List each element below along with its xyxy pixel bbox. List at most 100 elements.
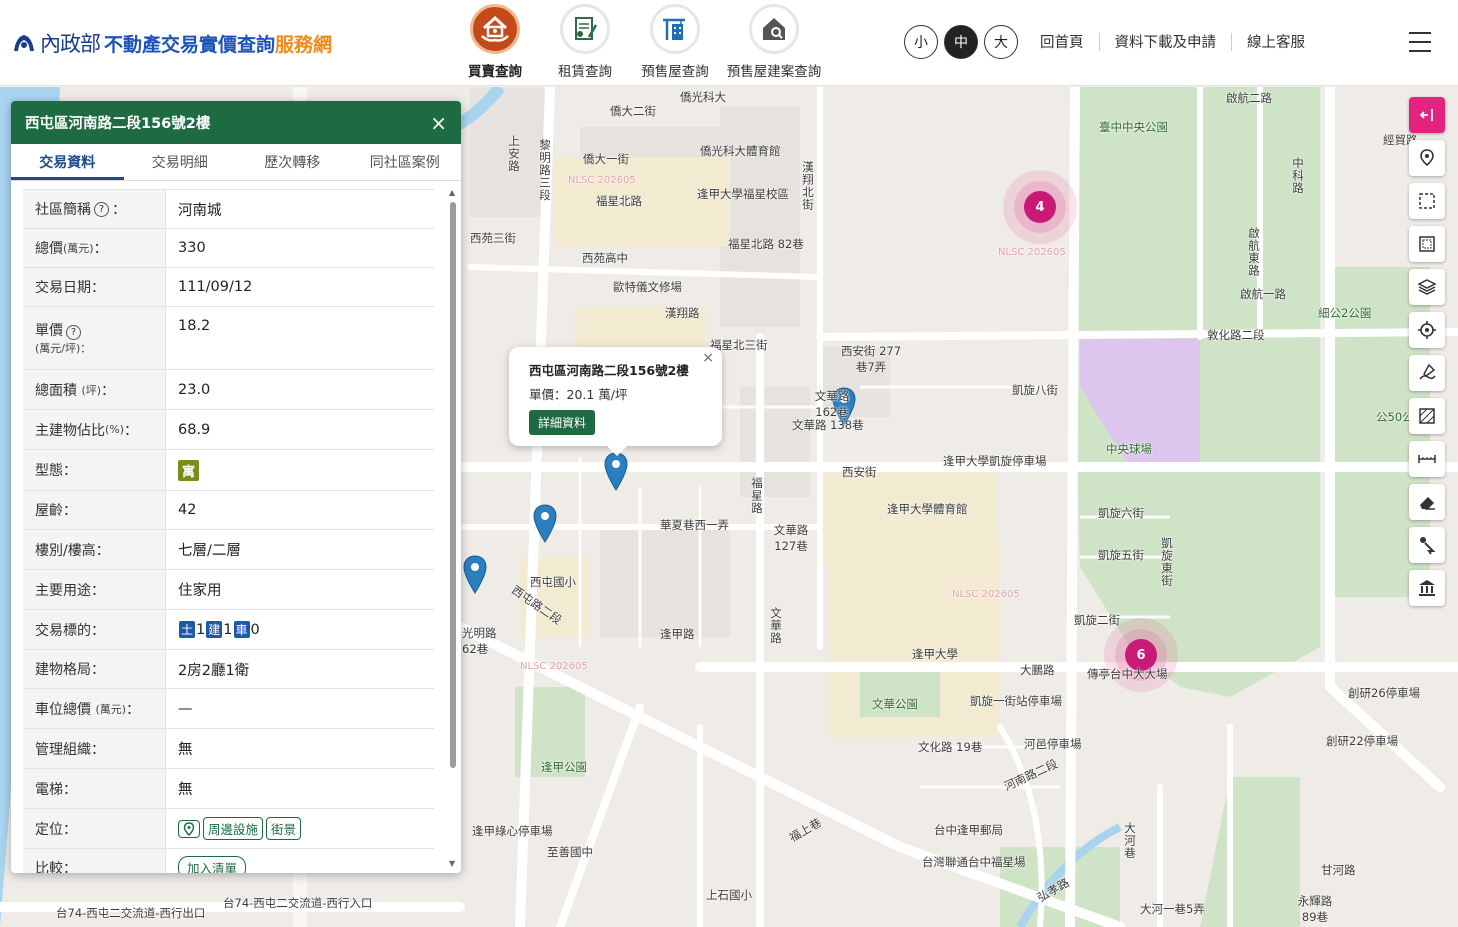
tab-transfer-history[interactable]: 歷次轉移: [236, 144, 349, 180]
map-pin-icon[interactable]: [462, 555, 488, 595]
nearby-facilities-button[interactable]: 周邊設施: [203, 817, 264, 840]
ministry-name: 內政部: [40, 32, 101, 56]
tab-transaction-detail[interactable]: 交易明細: [124, 144, 237, 180]
help-icon[interactable]: ?: [94, 201, 109, 217]
map-label: 西屯國小: [530, 575, 576, 589]
site-logo[interactable]: 內政部 不動產交易實價查詢服務網: [12, 28, 332, 58]
select-area-tool[interactable]: [1409, 183, 1445, 219]
nav-sale-query[interactable]: 買賣查詢: [450, 0, 540, 86]
map-marker-icon: [1420, 149, 1434, 167]
building-crane-icon: [663, 18, 685, 40]
download-link[interactable]: 資料下載及申請: [1115, 31, 1217, 52]
date-label: 交易日期：: [23, 268, 166, 306]
map-label: 漢翔北街: [801, 161, 815, 211]
map-label: 細公2公園: [1318, 306, 1372, 320]
map-label: 至善國中: [547, 845, 593, 859]
type-badge: 寓: [178, 459, 200, 481]
dashed-square-icon: [1419, 193, 1435, 209]
map-label: 台灣聯通台中福星場: [922, 855, 1026, 869]
font-size-switcher: 小 中 大: [904, 25, 1018, 59]
locate-map-button[interactable]: [178, 819, 200, 838]
site-header: 內政部 不動產交易實價查詢服務網 買賣查詢 租賃查詢 預售屋查詢 預售屋建案查詢…: [0, 0, 1458, 86]
panel-close-button[interactable]: ×: [430, 111, 447, 135]
street-view-button[interactable]: 街景: [266, 817, 302, 840]
map-watermark: NLSC 202605: [568, 175, 636, 186]
moi-logo-icon: [14, 35, 34, 51]
map-label: 啟航一路: [1240, 287, 1286, 301]
landmark-tool[interactable]: [1409, 570, 1445, 606]
font-size-large-button[interactable]: 大: [984, 25, 1018, 59]
scrollbar-thumb[interactable]: [450, 202, 456, 768]
fullscreen-tool[interactable]: [1409, 226, 1445, 262]
panel-scrollbar[interactable]: ▲ ▼: [448, 188, 457, 868]
map-label: 傳亭台中大大場: [1087, 667, 1168, 681]
area-value: 23.0: [178, 381, 211, 398]
tab-transaction-data[interactable]: 交易資料: [11, 144, 124, 180]
my-location-tool[interactable]: [1409, 312, 1445, 348]
nav-presale-project-query[interactable]: 預售屋建案查詢: [720, 0, 828, 86]
map-label: 凱旋八街: [1012, 383, 1058, 397]
point-query-tool[interactable]: [1409, 527, 1445, 563]
map-label: 西安街 277巷7弄: [840, 344, 902, 374]
divider: [1231, 32, 1232, 51]
layers-tool[interactable]: [1409, 269, 1445, 305]
tab-same-community[interactable]: 同社區案例: [349, 144, 462, 180]
map-label: 西苑三街: [470, 231, 516, 245]
table-row: 比較： 加入清單: [23, 849, 434, 873]
nav-presale-query[interactable]: 預售屋查詢: [630, 0, 720, 86]
area-label: 總面積: [35, 382, 77, 399]
map-pin-icon[interactable]: [603, 452, 629, 492]
use-value: 住家用: [178, 583, 222, 599]
map-label: 河邑停車場: [1024, 737, 1082, 751]
customer-service-link[interactable]: 線上客服: [1247, 31, 1305, 52]
parking-unit: (萬元): [95, 702, 127, 716]
popup-close-button[interactable]: ×: [702, 350, 714, 366]
divider: [1098, 32, 1100, 51]
home-link[interactable]: 回首頁: [1040, 31, 1084, 52]
layout-value: 2房2廳1衛: [178, 662, 250, 679]
elevator-label: 電梯：: [23, 769, 166, 808]
table-row: 單價? (萬元/坪)： 18.2: [23, 307, 434, 370]
top-links: 回首頁 資料下載及申請 線上客服: [1040, 31, 1305, 52]
mgmt-label: 管理組織：: [23, 729, 166, 768]
map-label: 凱旋六街: [1098, 506, 1144, 520]
help-icon[interactable]: ?: [66, 325, 81, 340]
cluster-marker[interactable]: 4: [1003, 170, 1077, 244]
date-value: 111/09/12: [178, 279, 253, 295]
font-size-medium-button[interactable]: 中: [944, 25, 978, 59]
table-row: 總價 (萬元)： 330: [23, 229, 434, 268]
popup-price: 單價：20.1 萬/坪: [529, 387, 628, 402]
map-label: 上安路: [507, 135, 521, 173]
community-value: 河南城: [178, 202, 222, 219]
land-badge: 土: [179, 621, 196, 638]
font-size-small-button[interactable]: 小: [904, 25, 938, 59]
map-watermark: NLSC 202605: [520, 661, 588, 672]
draw-tool[interactable]: [1409, 355, 1445, 391]
location-pin-tool[interactable]: [1409, 140, 1445, 176]
scroll-up-icon[interactable]: ▲: [449, 188, 455, 197]
map-label: 僑大一街: [583, 152, 629, 166]
map-pin-icon[interactable]: [532, 504, 558, 544]
distance-measure-tool[interactable]: [1409, 441, 1445, 477]
menu-icon[interactable]: [1409, 32, 1431, 52]
map-label: 逢甲大學福星校區: [697, 187, 789, 201]
map-label: 福星北路: [596, 194, 642, 208]
table-row: 交易日期： 111/09/12: [23, 268, 434, 307]
map-label: 文化路 19巷: [918, 740, 983, 754]
popup-detail-button[interactable]: 詳細資料: [529, 410, 596, 435]
map-label: 凱旋東街: [1160, 537, 1174, 587]
collapse-panel-button[interactable]: [1409, 97, 1445, 133]
add-to-list-button[interactable]: 加入清單: [178, 856, 247, 873]
area-measure-tool[interactable]: [1409, 398, 1445, 434]
scroll-down-icon[interactable]: ▼: [449, 859, 455, 868]
table-row: 定位： 周邊設施 街景: [23, 809, 434, 849]
map-popup: × 西屯區河南路二段156號2樓 單價：20.1 萬/坪 詳細資料: [509, 347, 722, 456]
site-title: 不動產交易實價查詢服務網: [104, 33, 333, 56]
house-search-icon: [763, 18, 785, 40]
nav-rent-query[interactable]: 租賃查詢: [540, 0, 630, 86]
map-label: 中央球場: [1106, 442, 1152, 456]
clear-tool[interactable]: [1409, 484, 1445, 520]
map-label: 逢甲大學: [912, 647, 958, 661]
building-badge: 建: [206, 621, 223, 638]
map-label: 文華路 127巷: [773, 523, 809, 553]
